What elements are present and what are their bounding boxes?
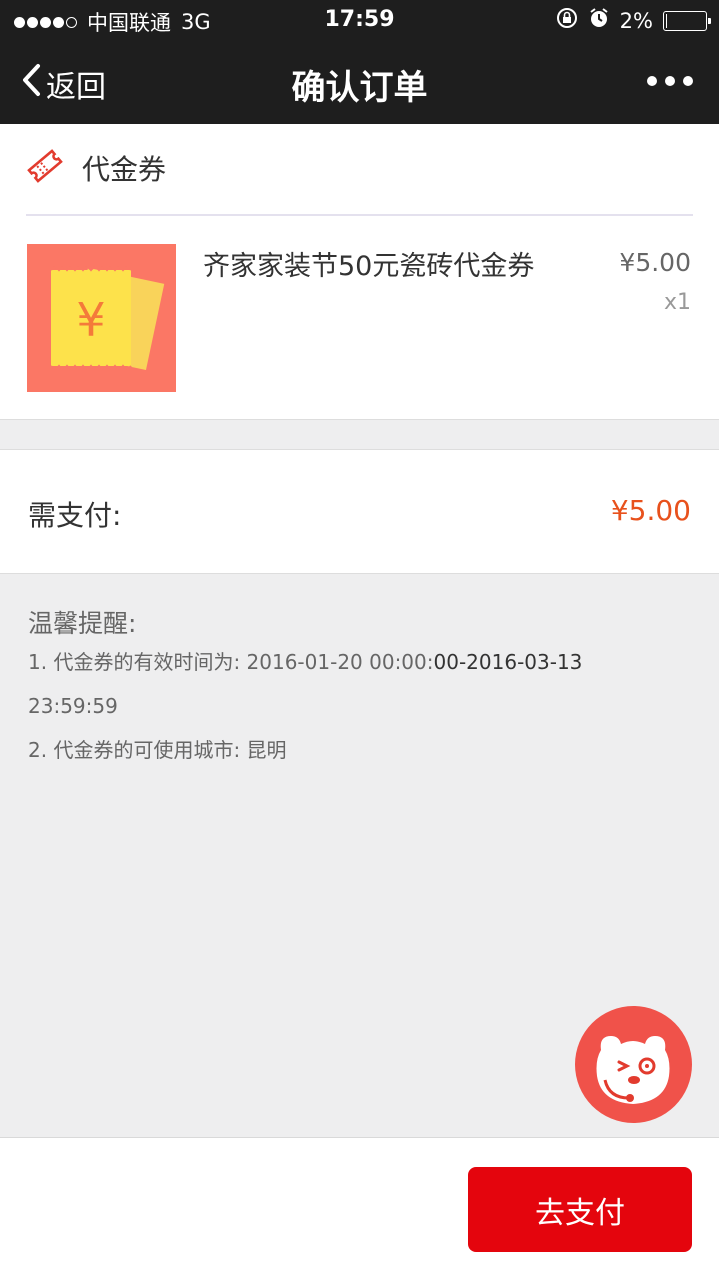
page-title: 确认订单 [291, 68, 428, 108]
divider [26, 214, 693, 216]
product-name: 齐家家装节50元瓷砖代金券 [203, 251, 535, 282]
status-bar: 中国联通 3G 17:59 2% [0, 0, 719, 40]
yuan-coupon-icon: ¥ [27, 266, 176, 392]
reminder-section: 温馨提醒: 1. 代金券的有效时间为: 2016-01-20 00:00:00-… [28, 604, 688, 772]
more-options-button[interactable] [647, 76, 693, 86]
rotation-lock-icon [556, 7, 578, 34]
alarm-icon [588, 7, 610, 34]
product-image: ¥ [27, 244, 176, 392]
nav-bar: 返回 确认订单 [0, 40, 719, 124]
payment-summary: 需支付: ¥5.00 [0, 449, 719, 574]
product-price: ¥5.00 [619, 248, 691, 277]
card-header: 代金券 [26, 148, 166, 188]
bottom-bar: 去支付 [0, 1137, 719, 1280]
amount-due-label: 需支付: [28, 499, 122, 532]
ticket-icon [26, 147, 64, 189]
reminder-validity-time: 23:59:59 [28, 694, 118, 718]
amount-due-value: ¥5.00 [610, 494, 691, 527]
reminder-validity-prefix: 1. 代金券的有效时间为: 2016-01-20 00:00: [28, 650, 434, 674]
status-right: 2% [556, 7, 711, 34]
product-quantity: x1 [663, 290, 691, 315]
reminder-title: 温馨提醒: [28, 609, 137, 638]
customer-service-button[interactable] [575, 1006, 692, 1123]
battery-icon [663, 10, 711, 31]
card-title: 代金券 [82, 153, 167, 186]
reminder-validity-end: 00-2016-03-13 [433, 650, 583, 674]
battery-percent: 2% [619, 8, 653, 33]
pay-button[interactable]: 去支付 [468, 1167, 692, 1252]
reminder-validity: 1. 代金券的有效时间为: 2016-01-20 00:00:00-2016-0… [28, 640, 688, 684]
order-item-card: 代金券 ¥ 齐家家装节50元瓷砖代金券 ¥5.00 x1 [0, 124, 719, 420]
svg-text:¥: ¥ [76, 293, 105, 347]
mascot-headset-icon [575, 1036, 692, 1123]
reminder-city: 2. 代金券的可使用城市: 昆明 [28, 738, 287, 762]
